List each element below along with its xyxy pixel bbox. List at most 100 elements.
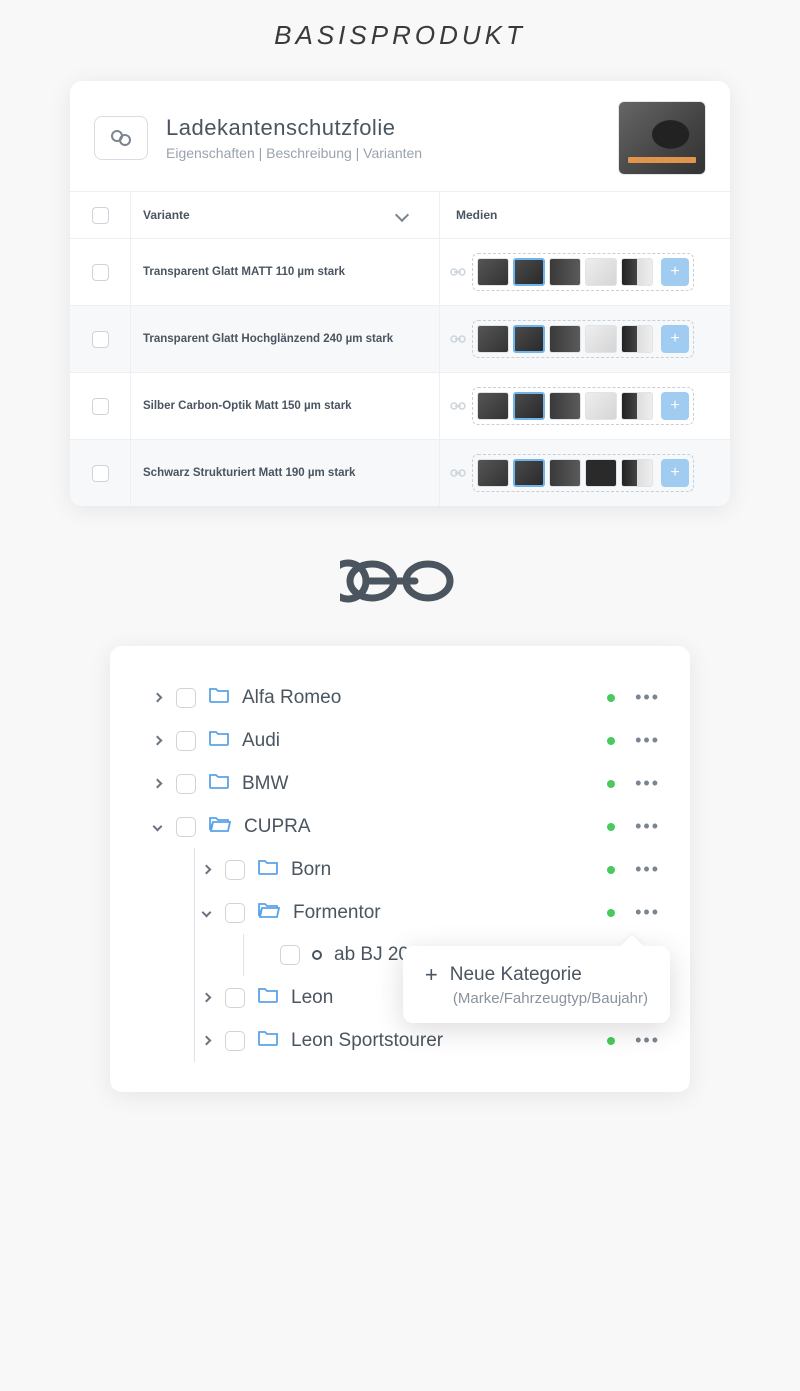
media-thumb[interactable] bbox=[549, 325, 581, 353]
tree-item-bmw[interactable]: BMW ••• bbox=[150, 762, 690, 805]
row-checkbox[interactable] bbox=[92, 264, 109, 281]
media-thumb[interactable] bbox=[621, 258, 653, 286]
media-thumb[interactable] bbox=[621, 325, 653, 353]
plus-icon: + bbox=[425, 962, 438, 988]
media-thumb[interactable] bbox=[585, 392, 617, 420]
media-thumb[interactable] bbox=[585, 325, 617, 353]
more-button[interactable]: ••• bbox=[635, 902, 660, 923]
variant-header-label: Variante bbox=[143, 208, 190, 222]
link-connector-icon bbox=[0, 556, 800, 606]
tree-item-cupra[interactable]: CUPRA ••• bbox=[150, 805, 690, 848]
media-thumb[interactable] bbox=[549, 459, 581, 487]
link-icon[interactable] bbox=[450, 468, 466, 478]
tree-item-alfa-romeo[interactable]: Alfa Romeo ••• bbox=[150, 676, 690, 719]
tree-label: Born bbox=[291, 859, 595, 881]
row-checkbox[interactable] bbox=[92, 465, 109, 482]
expand-icon[interactable] bbox=[199, 866, 213, 873]
folder-icon bbox=[257, 858, 279, 881]
more-button[interactable]: ••• bbox=[635, 1030, 660, 1051]
tree-checkbox[interactable] bbox=[176, 731, 196, 751]
tree-checkbox[interactable] bbox=[176, 688, 196, 708]
table-row: Transparent Glatt Hochglänzend 240 µm st… bbox=[70, 306, 730, 373]
media-strip: + bbox=[472, 387, 694, 425]
media-thumb[interactable] bbox=[513, 325, 545, 353]
link-icon[interactable] bbox=[450, 334, 466, 344]
variant-name: Transparent Glatt Hochglänzend 240 µm st… bbox=[143, 333, 393, 345]
row-checkbox[interactable] bbox=[92, 331, 109, 348]
popover-title: Neue Kategorie bbox=[450, 964, 582, 986]
media-strip: + bbox=[472, 253, 694, 291]
collapse-icon[interactable] bbox=[150, 823, 164, 830]
media-thumb[interactable] bbox=[477, 258, 509, 286]
tree-checkbox[interactable] bbox=[176, 774, 196, 794]
media-thumb[interactable] bbox=[621, 459, 653, 487]
more-button[interactable]: ••• bbox=[635, 816, 660, 837]
new-category-popover[interactable]: + Neue Kategorie (Marke/Fahrzeugtyp/Bauj… bbox=[403, 946, 670, 1023]
table-row: Transparent Glatt MATT 110 µm stark + bbox=[70, 239, 730, 306]
media-thumb[interactable] bbox=[513, 258, 545, 286]
media-thumb[interactable] bbox=[513, 392, 545, 420]
folder-open-icon bbox=[257, 901, 281, 924]
page-title: BASISPRODUKT bbox=[0, 20, 800, 51]
collapse-icon[interactable] bbox=[199, 909, 213, 916]
link-icon[interactable] bbox=[450, 267, 466, 277]
add-media-button[interactable]: + bbox=[661, 459, 689, 487]
tree-item-born[interactable]: Born ••• bbox=[199, 848, 690, 891]
tree-checkbox[interactable] bbox=[225, 988, 245, 1008]
column-variant-header[interactable]: Variante bbox=[130, 192, 440, 238]
category-tree-card: Alfa Romeo ••• Audi ••• BMW ••• CUPRA ••… bbox=[110, 646, 690, 1092]
tree-label: BMW bbox=[242, 773, 595, 795]
product-title: Ladekantenschutzfolie bbox=[166, 115, 600, 141]
folder-icon bbox=[257, 1029, 279, 1052]
variant-name: Schwarz Strukturiert Matt 190 µm stark bbox=[143, 467, 355, 479]
tree-item-leon-sportstourer[interactable]: Leon Sportstourer ••• bbox=[199, 1019, 690, 1062]
status-dot bbox=[607, 694, 615, 702]
tree-checkbox[interactable] bbox=[280, 945, 300, 965]
product-subtitle: Eigenschaften | Beschreibung | Varianten bbox=[166, 145, 600, 161]
tree-label: Leon Sportstourer bbox=[291, 1030, 595, 1052]
tree-checkbox[interactable] bbox=[225, 903, 245, 923]
add-media-button[interactable]: + bbox=[661, 392, 689, 420]
product-card: Ladekantenschutzfolie Eigenschaften | Be… bbox=[70, 81, 730, 506]
add-media-button[interactable]: + bbox=[661, 258, 689, 286]
expand-icon[interactable] bbox=[199, 1037, 213, 1044]
media-thumb[interactable] bbox=[549, 392, 581, 420]
more-button[interactable]: ••• bbox=[635, 859, 660, 880]
media-thumb[interactable] bbox=[477, 392, 509, 420]
folder-icon bbox=[208, 686, 230, 709]
tree-label: Audi bbox=[242, 730, 595, 752]
media-thumb[interactable] bbox=[585, 258, 617, 286]
status-dot bbox=[607, 909, 615, 917]
table-header: Variante Medien bbox=[70, 191, 730, 239]
media-thumb[interactable] bbox=[549, 258, 581, 286]
media-thumb[interactable] bbox=[585, 459, 617, 487]
expand-icon[interactable] bbox=[150, 780, 164, 787]
media-strip: + bbox=[472, 454, 694, 492]
expand-icon[interactable] bbox=[150, 737, 164, 744]
variant-name: Transparent Glatt MATT 110 µm stark bbox=[143, 266, 345, 278]
media-thumb[interactable] bbox=[477, 459, 509, 487]
table-row: Silber Carbon-Optik Matt 150 µm stark + bbox=[70, 373, 730, 440]
media-thumb[interactable] bbox=[513, 459, 545, 487]
tree-checkbox[interactable] bbox=[225, 1031, 245, 1051]
expand-icon[interactable] bbox=[199, 994, 213, 1001]
folder-icon bbox=[208, 729, 230, 752]
media-thumb[interactable] bbox=[621, 392, 653, 420]
tree-item-audi[interactable]: Audi ••• bbox=[150, 719, 690, 762]
folder-icon bbox=[208, 772, 230, 795]
media-thumb[interactable] bbox=[477, 325, 509, 353]
tree-label: Alfa Romeo bbox=[242, 687, 595, 709]
popover-subtitle: (Marke/Fahrzeugtyp/Baujahr) bbox=[453, 990, 648, 1007]
expand-icon[interactable] bbox=[150, 694, 164, 701]
row-checkbox[interactable] bbox=[92, 398, 109, 415]
more-button[interactable]: ••• bbox=[635, 773, 660, 794]
more-button[interactable]: ••• bbox=[635, 687, 660, 708]
leaf-icon bbox=[312, 950, 322, 960]
add-media-button[interactable]: + bbox=[661, 325, 689, 353]
tree-checkbox[interactable] bbox=[176, 817, 196, 837]
tree-item-formentor[interactable]: Formentor ••• bbox=[199, 891, 690, 934]
link-icon[interactable] bbox=[450, 401, 466, 411]
tree-checkbox[interactable] bbox=[225, 860, 245, 880]
more-button[interactable]: ••• bbox=[635, 730, 660, 751]
select-all-checkbox[interactable] bbox=[92, 207, 109, 224]
